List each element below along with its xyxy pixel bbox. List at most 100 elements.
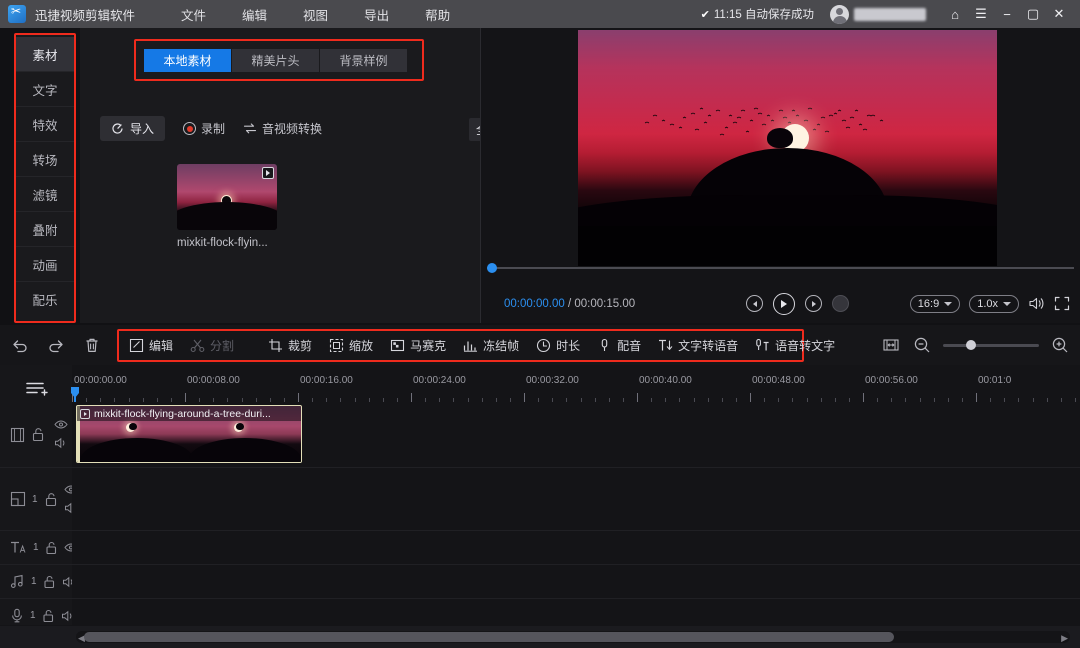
close-icon[interactable]: ✕ — [1046, 0, 1072, 28]
bird — [729, 115, 732, 117]
bird — [863, 129, 866, 131]
timeline-tracks: mixkit-flock-flying-around-a-tree-duri..… — [0, 402, 1080, 625]
speaker-icon[interactable] — [54, 437, 68, 449]
bird — [695, 129, 698, 131]
text-to-speech-icon — [658, 338, 673, 353]
tool-scale[interactable]: 缩放 — [329, 337, 373, 354]
edit-toolbar: 编辑 分割 裁剪 缩放 — [0, 325, 1080, 365]
timeline-scrollbar[interactable]: ◀ ▶ — [76, 631, 1070, 643]
freeze-frame-icon — [463, 338, 478, 353]
track-body-overlay[interactable] — [72, 468, 1080, 530]
redo-button[interactable] — [46, 335, 66, 355]
aspect-ratio-dropdown[interactable]: 16:9 — [910, 295, 960, 313]
prev-frame-button[interactable] — [746, 295, 763, 312]
lock-icon[interactable] — [42, 609, 55, 623]
sidebar-item-transition[interactable]: 转场 — [16, 142, 74, 177]
speed-dropdown[interactable]: 1.0x — [969, 295, 1019, 313]
convert-button[interactable]: 音视频转换 — [243, 120, 322, 137]
account-area[interactable] — [830, 5, 926, 24]
home-icon[interactable]: ⌂ — [942, 0, 968, 28]
tool-duration[interactable]: 时长 — [536, 337, 580, 354]
preview-tree-canopy — [767, 128, 793, 148]
lock-icon[interactable] — [31, 427, 45, 442]
sidebar-item-music[interactable]: 配乐 — [16, 282, 74, 317]
track-body-video[interactable]: mixkit-flock-flying-around-a-tree-duri..… — [72, 402, 1080, 467]
dubbing-icon — [597, 338, 612, 353]
bird — [796, 115, 799, 117]
maximize-icon[interactable]: ▢ — [1020, 0, 1046, 28]
timeline-scrollbar-row: ◀ ▶ — [0, 626, 1080, 648]
menu-item-view[interactable]: 视图 — [285, 5, 346, 24]
play-button[interactable] — [773, 293, 795, 315]
zoom-slider-handle[interactable] — [966, 340, 976, 350]
sidebar-item-overlay[interactable]: 叠附 — [16, 212, 74, 247]
fit-to-screen-icon[interactable] — [881, 335, 901, 355]
sidebar-item-effects[interactable]: 特效 — [16, 107, 74, 142]
bird — [725, 127, 728, 129]
avatar[interactable] — [830, 5, 849, 24]
tool-crop[interactable]: 裁剪 — [268, 337, 312, 354]
menu-item-export[interactable]: 导出 — [346, 5, 407, 24]
zoom-out-icon[interactable] — [912, 335, 932, 355]
tool-mosaic[interactable]: 马赛克 — [390, 337, 446, 354]
tab-local-material[interactable]: 本地素材 — [144, 49, 231, 72]
preview-options: 16:9 1.0x — [910, 295, 1070, 313]
timeline-scrollbar-thumb[interactable] — [84, 632, 894, 642]
record-button[interactable]: 录制 — [183, 120, 225, 137]
track-body-text[interactable] — [72, 531, 1080, 564]
sidebar-item-material[interactable]: 素材 — [16, 37, 74, 72]
material-thumbnail[interactable] — [177, 164, 277, 230]
timeline-ruler[interactable]: 00:00:00.0000:00:08.0000:00:16.0000:00:2… — [72, 375, 1080, 402]
timeline-clip[interactable]: mixkit-flock-flying-around-a-tree-duri..… — [76, 405, 302, 463]
zoom-in-icon[interactable] — [1050, 335, 1070, 355]
preview-total-time: 00:00:15.00 — [574, 298, 635, 310]
crop-icon — [268, 338, 283, 353]
tab-background-samples[interactable]: 背景样例 — [320, 49, 407, 72]
bird — [792, 110, 795, 112]
lock-icon[interactable] — [45, 541, 58, 555]
tool-speech-to-text[interactable]: 语音转文字 — [755, 337, 835, 354]
lock-icon[interactable] — [43, 575, 56, 589]
ruler-label: 00:00:48.00 — [752, 375, 805, 386]
import-button[interactable]: 导入 — [100, 116, 165, 141]
undo-button[interactable] — [10, 335, 30, 355]
tool-crop-label: 裁剪 — [288, 337, 312, 354]
tool-stt-label: 语音转文字 — [775, 337, 835, 354]
lock-icon[interactable] — [44, 492, 58, 507]
tool-text-to-speech[interactable]: 文字转语音 — [658, 337, 738, 354]
video-preview[interactable] — [578, 30, 997, 266]
preview-scrubber-track[interactable] — [487, 267, 1074, 269]
delete-button[interactable] — [82, 335, 102, 355]
menu-icon[interactable]: ☰ — [968, 0, 994, 28]
tool-dubbing[interactable]: 配音 — [597, 337, 641, 354]
clip-tools: 编辑 分割 裁剪 缩放 — [117, 329, 804, 362]
preview-scrubber-knob[interactable] — [487, 263, 497, 273]
scroll-right-arrow-icon[interactable]: ▶ — [1061, 633, 1068, 644]
sidebar-item-text[interactable]: 文字 — [16, 72, 74, 107]
tool-freeze-frame[interactable]: 冻结帧 — [463, 337, 519, 354]
sidebar-item-animation[interactable]: 动画 — [16, 247, 74, 282]
bird — [842, 120, 845, 122]
menu-item-edit[interactable]: 编辑 — [224, 5, 285, 24]
add-track-icon[interactable] — [25, 379, 49, 399]
ruler-label: 00:00:16.00 — [300, 375, 353, 386]
menu-item-help[interactable]: 帮助 — [407, 5, 468, 24]
eye-icon[interactable] — [54, 420, 68, 429]
track-body-music[interactable] — [72, 565, 1080, 598]
fullscreen-icon[interactable] — [1054, 296, 1070, 311]
sidebar-item-filter[interactable]: 滤镜 — [16, 177, 74, 212]
autosave-status: ✔ 11:15 自动保存成功 — [701, 6, 814, 22]
tab-opening-titles[interactable]: 精美片头 — [232, 49, 319, 72]
stop-button[interactable] — [832, 295, 849, 312]
preview-time: 00:00:00.00 / 00:00:15.00 — [504, 298, 635, 310]
speaker-icon[interactable] — [1028, 296, 1045, 311]
ruler-label: 00:01:0 — [978, 375, 1011, 386]
material-item[interactable]: mixkit-flock-flyin... — [177, 164, 277, 249]
import-label: 导入 — [130, 120, 154, 137]
tool-edit[interactable]: 编辑 — [129, 337, 173, 354]
next-frame-button[interactable] — [805, 295, 822, 312]
menu-item-file[interactable]: 文件 — [163, 5, 224, 24]
minimize-icon[interactable]: − — [994, 0, 1020, 28]
zoom-slider[interactable] — [943, 344, 1039, 347]
timeline: 00:00:00.0000:00:08.0000:00:16.0000:00:2… — [0, 365, 1080, 648]
